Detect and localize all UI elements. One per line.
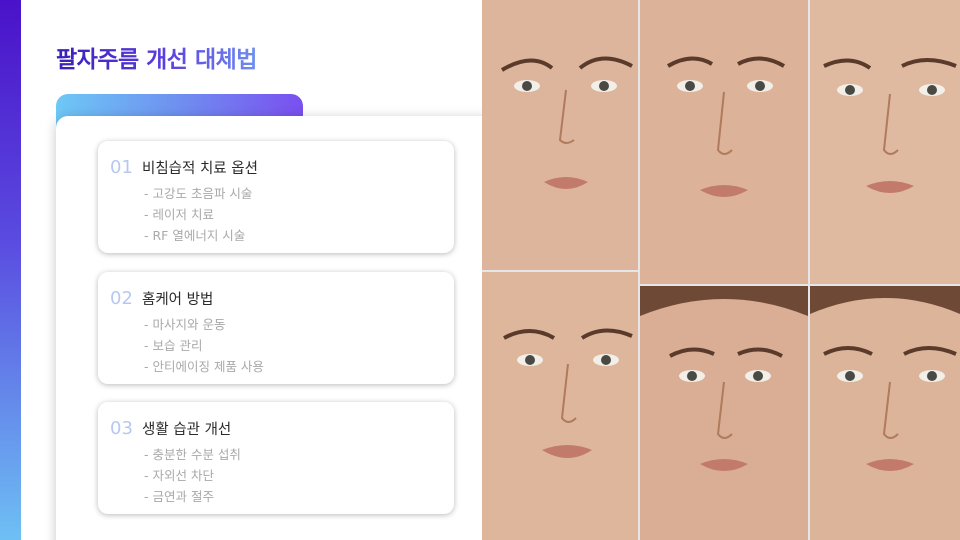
list-item: - 고강도 초음파 시술	[144, 186, 253, 201]
card-number: 01	[110, 157, 133, 178]
face-photo-4	[482, 272, 638, 540]
list-item: - 보습 관리	[144, 338, 203, 353]
card-item-list: - 마사지와 운동 - 보습 관리 - 안티에이징 제품 사용	[144, 314, 264, 377]
face-photo-3	[810, 0, 960, 284]
accent-bar	[0, 0, 21, 540]
card-number: 03	[110, 418, 133, 439]
list-item: - 레이저 치료	[144, 207, 214, 222]
option-card-3: 03 생활 습관 개선 - 충분한 수분 섭취 - 자외선 차단 - 금연과 절…	[98, 402, 454, 514]
face-photo-2	[640, 0, 808, 284]
option-card-1: 01 비침습적 치료 옵션 - 고강도 초음파 시술 - 레이저 치료 - RF…	[98, 141, 454, 253]
list-item: - 마사지와 운동	[144, 317, 226, 332]
list-item: - 안티에이징 제품 사용	[144, 359, 264, 374]
list-item: - 금연과 절주	[144, 489, 214, 504]
face-photo-5	[640, 286, 808, 540]
card-number: 02	[110, 288, 133, 309]
face-photo-grid	[482, 0, 960, 540]
list-item: - RF 열에너지 시술	[144, 228, 246, 243]
card-title: 비침습적 치료 옵션	[142, 161, 258, 177]
card-title: 홈케어 방법	[142, 292, 214, 308]
slide-title: 팔자주름 개선 대체법	[56, 40, 257, 74]
list-item: - 자외선 차단	[144, 468, 214, 483]
list-item: - 충분한 수분 섭취	[144, 447, 241, 462]
card-title: 생활 습관 개선	[142, 422, 232, 438]
face-photo-6	[810, 286, 960, 540]
card-item-list: - 고강도 초음파 시술 - 레이저 치료 - RF 열에너지 시술	[144, 183, 252, 246]
card-item-list: - 충분한 수분 섭취 - 자외선 차단 - 금연과 절주	[144, 444, 241, 507]
face-photo-1	[482, 0, 638, 270]
option-card-2: 02 홈케어 방법 - 마사지와 운동 - 보습 관리 - 안티에이징 제품 사…	[98, 272, 454, 384]
